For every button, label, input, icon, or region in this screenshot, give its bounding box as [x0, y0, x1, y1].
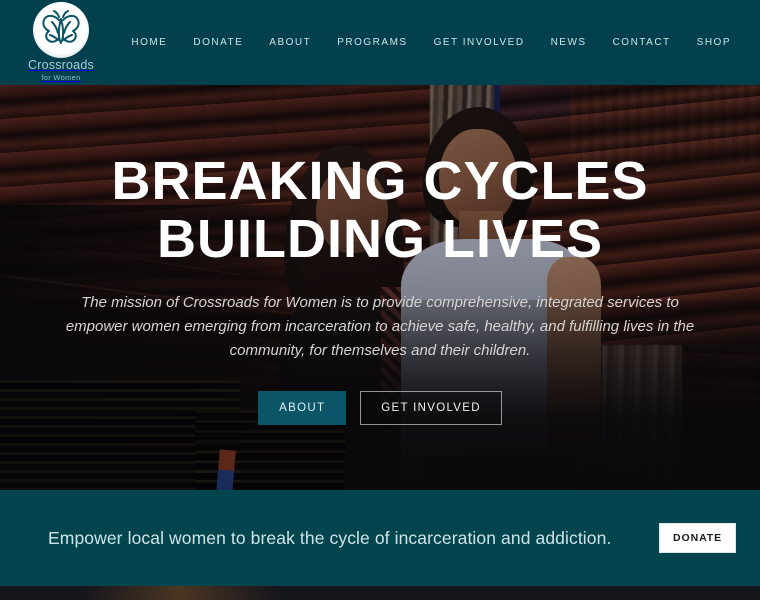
- hero-section: BREAKING CYCLES BUILDING LIVES The missi…: [0, 85, 760, 490]
- next-section-glow: [80, 586, 280, 600]
- nav-link-programs[interactable]: PROGRAMS: [324, 33, 420, 52]
- hero-content: BREAKING CYCLES BUILDING LIVES The missi…: [0, 85, 760, 490]
- hero-title-line-1: BREAKING CYCLES: [111, 151, 649, 211]
- nav-link-about[interactable]: ABOUT: [256, 33, 324, 52]
- nav-link-contact[interactable]: CONTACT: [600, 33, 684, 52]
- butterfly-logo-icon: [33, 2, 89, 58]
- logo-link[interactable]: Crossroads for Women: [24, 2, 98, 82]
- hero-button-group: ABOUT GET INVOLVED: [258, 391, 502, 426]
- hero-title: BREAKING CYCLES BUILDING LIVES: [111, 151, 649, 269]
- nav-link-donate[interactable]: DONATE: [180, 33, 256, 52]
- hero-title-line-2: BUILDING LIVES: [156, 208, 603, 269]
- donate-button[interactable]: DONATE: [659, 523, 736, 553]
- hero-mission-text: The mission of Crossroads for Women is t…: [65, 293, 695, 360]
- next-section-strip: [0, 586, 760, 600]
- nav-link-get-involved[interactable]: GET INVOLVED: [421, 33, 538, 52]
- main-navigation: HOME DONATE ABOUT PROGRAMS GET INVOLVED …: [118, 33, 744, 52]
- page-root: Crossroads for Women HOME DONATE ABOUT P…: [0, 0, 760, 600]
- site-header: Crossroads for Women HOME DONATE ABOUT P…: [0, 0, 760, 85]
- logo-name: Crossroads: [28, 58, 94, 72]
- cta-text: Empower local women to break the cycle o…: [48, 527, 612, 548]
- donate-cta-bar: Empower local women to break the cycle o…: [0, 490, 760, 586]
- nav-link-home[interactable]: HOME: [118, 33, 180, 52]
- nav-link-news[interactable]: NEWS: [538, 33, 600, 52]
- about-button[interactable]: ABOUT: [258, 391, 347, 426]
- get-involved-button[interactable]: GET INVOLVED: [360, 391, 502, 426]
- nav-link-shop[interactable]: SHOP: [684, 33, 744, 52]
- logo-subtitle: for Women: [41, 73, 81, 83]
